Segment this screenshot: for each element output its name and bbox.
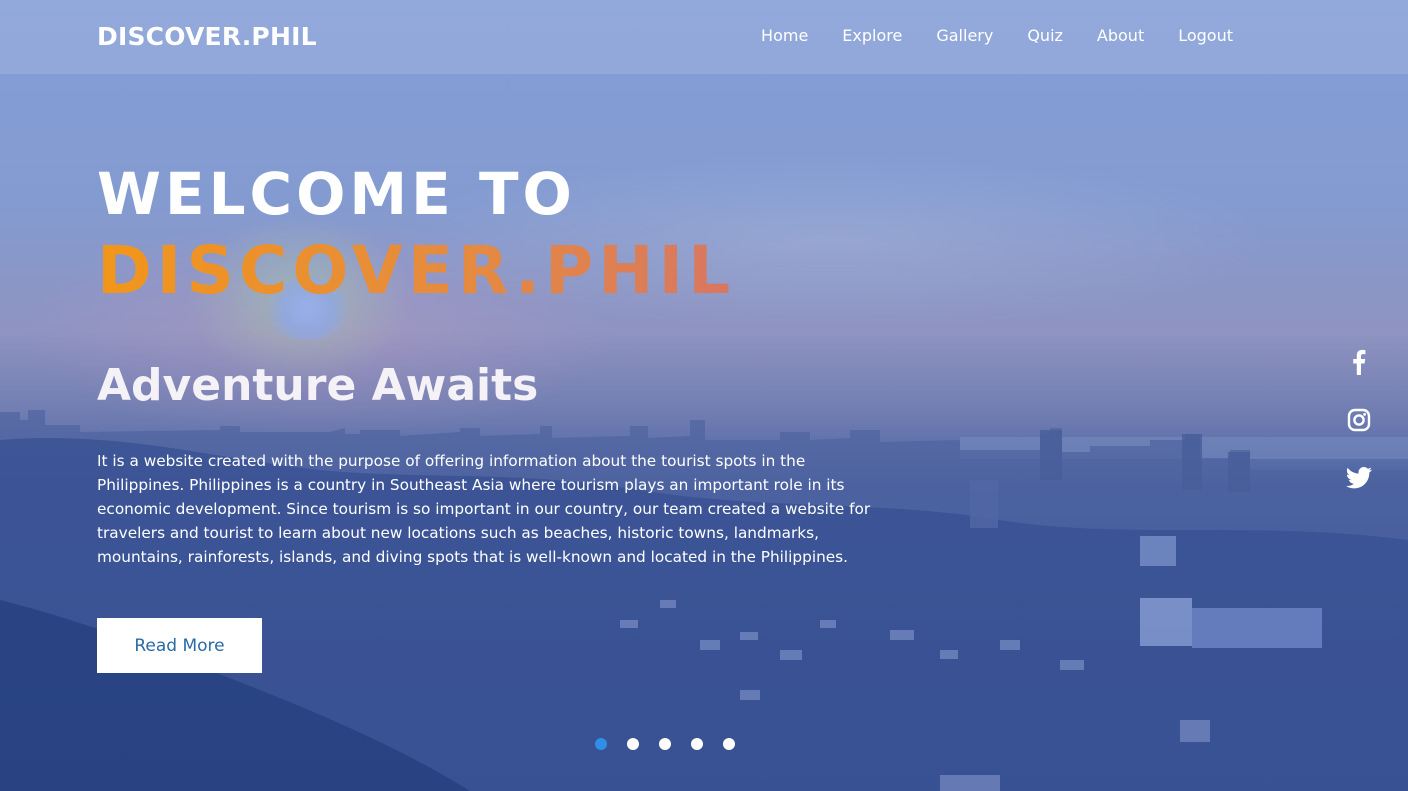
brand-heading: DISCOVER.PHIL: [97, 232, 736, 309]
welcome-heading: WELCOME TO: [97, 160, 576, 228]
slider-dots: [595, 738, 735, 751]
nav-links: Home Explore Gallery Quiz About Logout: [761, 26, 1233, 45]
slider-dot-4[interactable]: [691, 738, 703, 750]
nav-link-explore[interactable]: Explore: [842, 26, 902, 45]
nav-link-quiz[interactable]: Quiz: [1027, 26, 1063, 45]
nav-link-gallery[interactable]: Gallery: [936, 26, 993, 45]
slider-dot-2[interactable]: [627, 738, 639, 750]
tagline-heading: Adventure Awaits: [97, 360, 539, 411]
site-logo[interactable]: DISCOVER.PHIL: [97, 22, 317, 51]
facebook-icon[interactable]: [1340, 345, 1378, 379]
slider-dot-1[interactable]: [595, 738, 607, 750]
twitter-icon[interactable]: [1340, 461, 1378, 495]
hero-description: It is a website created with the purpose…: [97, 452, 871, 566]
slider-dot-5[interactable]: [723, 738, 735, 750]
top-navbar: DISCOVER.PHIL Home Explore Gallery Quiz …: [0, 0, 1408, 74]
read-more-button[interactable]: Read More: [97, 618, 262, 673]
nav-link-logout[interactable]: Logout: [1178, 26, 1233, 45]
nav-link-home[interactable]: Home: [761, 26, 808, 45]
slider-dot-3[interactable]: [659, 738, 671, 750]
nav-link-about[interactable]: About: [1097, 26, 1144, 45]
instagram-icon[interactable]: [1340, 403, 1378, 437]
